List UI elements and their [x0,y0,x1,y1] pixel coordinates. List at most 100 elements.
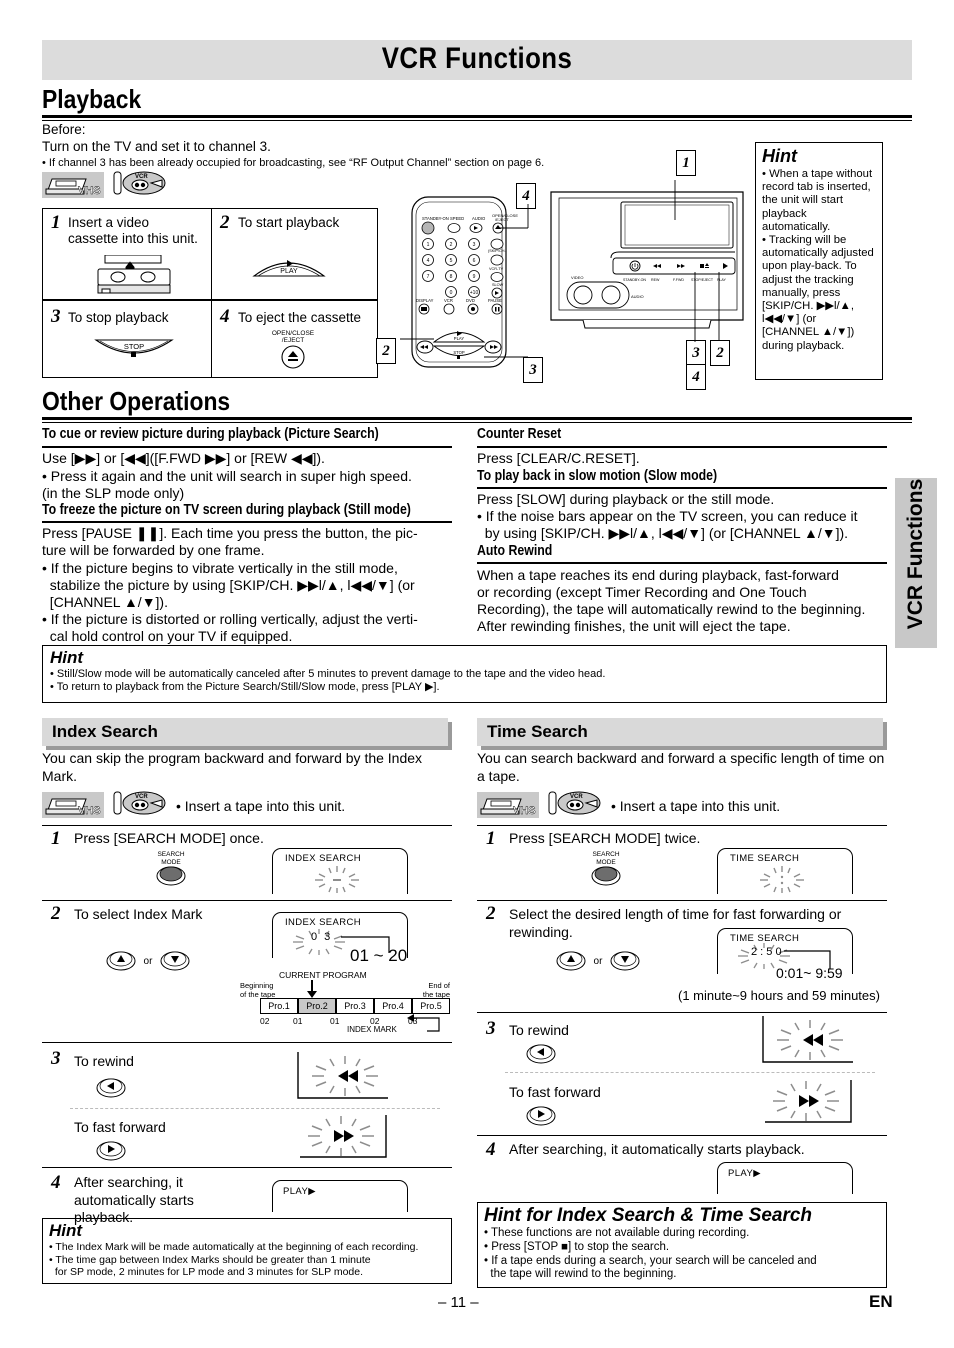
fast-forward-arrow-button-icon[interactable] [94,1137,128,1163]
slow-mode-line-2: • If the noise bars appear on the TV scr… [477,508,858,524]
svg-text:4: 4 [427,258,430,264]
other-ops-hint-bullet-2: • To return to playback from the Picture… [50,681,440,693]
index-number-value: 0 3 [311,931,333,943]
time-step1-text: Press [SEARCH MODE] twice. [509,830,701,846]
svg-text:1: 1 [427,242,430,248]
page-title: VCR Functions [381,42,573,75]
play-label: PLAY [280,268,298,275]
divider [70,1108,440,1109]
svg-text:/EJECT: /EJECT [495,217,509,222]
vcr-disc-icon: VCR [548,791,601,815]
svg-text:SEARCH: SEARCH [592,851,619,858]
time-search-play-display: PLAY▶ [717,1162,853,1194]
svg-text:F.FWD: F.FWD [673,278,684,282]
svg-text:VCR: VCR [135,794,148,800]
callout-2-remote: 2 [376,338,396,364]
auto-rewind-subheading: Auto Rewind [477,543,553,559]
divider [477,900,887,901]
svg-text:DVD: DVD [466,298,475,303]
fast-forward-flash-display-icon [300,1115,387,1158]
svg-text:8: 8 [450,274,453,280]
flash-burst-icon [760,866,804,893]
program-cell: Pro.2 [298,998,336,1014]
step-number: 1 [51,212,61,233]
index-mark-label: INDEX MARK [347,1025,397,1034]
flash-burst-icon [315,866,359,893]
step-number: 2 [51,903,61,924]
bottom-hint-title: Hint for Index Search & Time Search [484,1205,813,1226]
step-number: 3 [51,1048,61,1069]
time-range-value: 0:01~ 9:59 [776,965,843,981]
end-of-tape-label: End of the tape [422,981,450,999]
step-number: 4 [51,1172,61,1193]
mark-number: 01 [330,1016,340,1026]
vhs-tape-icon: VHS [42,172,104,198]
divider [477,487,887,489]
display-label: INDEX SEARCH [285,853,362,864]
step-number: 2 [220,212,230,233]
display-label: TIME SEARCH [730,853,800,864]
rewind-arrow-button-icon[interactable] [524,1040,558,1066]
svg-text:or: or [144,956,154,967]
search-mode-button-icon[interactable]: SEARCH MODE [583,848,629,888]
svg-text:VHS: VHS [78,805,101,817]
svg-text:PLAY: PLAY [454,336,465,341]
counter-reset-subheading: Counter Reset [477,426,562,442]
divider [42,1042,452,1043]
svg-text:STANDBY-ON: STANDBY-ON [422,216,449,221]
step-number: 4 [220,306,230,327]
up-down-arrow-buttons-icon[interactable]: or [103,948,193,976]
svg-text:VCR-TV: VCR-TV [489,267,504,271]
index-hint-bullet-1: • The Index Mark will be made automatica… [49,1241,419,1253]
svg-text:MODE: MODE [161,859,181,866]
auto-rewind-line-1: When a tape reaches its end during playb… [477,567,839,583]
svg-text:PLAY: PLAY [717,278,727,282]
svg-text:VHS: VHS [78,185,101,197]
current-program-arrow-icon [307,980,317,998]
bottom-hint-box: Hint for Index Search & Time Search • Th… [477,1202,887,1288]
auto-rewind-line-3: Recording), the tape will automatically … [477,601,866,617]
picture-search-line-2: • Press it again and the unit will searc… [42,468,412,484]
svg-text:VCR: VCR [444,298,453,303]
program-cell: Pro.5 [412,998,450,1014]
search-mode-button-icon[interactable]: SEARCH MODE [148,848,194,888]
svg-text:AUDIO: AUDIO [631,294,644,299]
bottom-hint-bullet-3: • If a tape ends during a search, your s… [484,1254,817,1267]
rewind-arrow-button-icon[interactable] [94,1074,128,1100]
hint-title: Hint [49,1221,83,1240]
vcr-disc-icon: VCR [113,171,166,195]
still-mode-line-6: • If the picture is distorted or rolling… [42,611,418,627]
index-step3-rewind-text: To rewind [74,1053,134,1069]
beginning-of-tape-label: Beginning of the tape [240,981,276,999]
eject-button-icon[interactable]: OPEN/CLOSE /EJECT [262,326,324,374]
divider [42,446,452,448]
divider [42,825,452,826]
program-cell: Pro.3 [336,998,374,1014]
svg-text:9: 9 [473,274,476,280]
index-search-bar: Index Search [42,718,448,746]
up-down-arrow-buttons-icon[interactable]: or [553,948,643,976]
program-cell: Pro.1 [260,998,298,1014]
svg-text:3: 3 [473,242,476,248]
play-button-icon[interactable]: PLAY [250,252,328,280]
time-rewind-display [755,1016,865,1073]
stop-label: STOP [124,342,144,351]
mark-number: 01 [293,1016,303,1026]
language-code: EN [869,1292,893,1311]
still-mode-line-2: ture will be forwarded by one frame. [42,542,265,558]
playback-step-4-text: To eject the cassette [238,310,362,325]
time-fast-forward-display [751,1078,861,1135]
still-mode-line-1: Press [PAUSE ❚❚]. Each time you press th… [42,525,418,541]
fast-forward-arrow-button-icon[interactable] [524,1102,558,1128]
other-ops-hint-box: Hint • Still/Slow mode will be automatic… [42,645,887,703]
svg-text:SPEED: SPEED [450,216,464,221]
bottom-hint-bullet-4: the tape will rewind to the beginning. [484,1268,677,1281]
bottom-hint-bullet-1: • These functions are not available duri… [484,1227,750,1239]
svg-text:VCR: VCR [135,174,148,180]
stop-button-icon[interactable]: STOP [92,336,176,364]
time-search-bar: Time Search [477,718,883,746]
svg-text:or: or [594,956,604,967]
divider [477,562,887,564]
svg-text:SEARCH: SEARCH [157,851,184,858]
vhs-tape-icon: VHS [42,792,104,818]
